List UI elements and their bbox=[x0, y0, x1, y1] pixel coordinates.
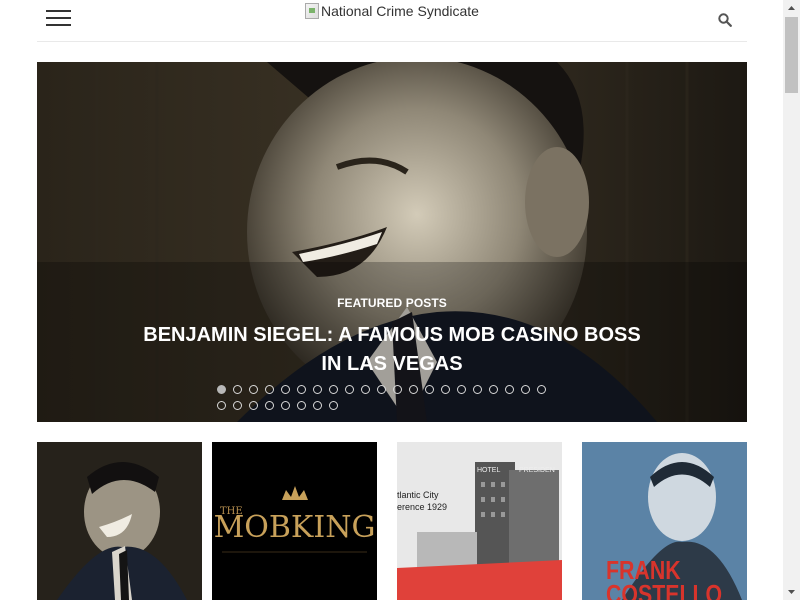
slider-dot[interactable] bbox=[489, 385, 498, 394]
slider-dot[interactable] bbox=[297, 401, 306, 410]
slider-dot[interactable] bbox=[393, 385, 402, 394]
logo-alt-text: National Crime Syndicate bbox=[321, 3, 479, 19]
hero-title[interactable]: BENJAMIN SIEGEL: A FAMOUS MOB CASINO BOS… bbox=[132, 321, 652, 379]
slider-dot[interactable] bbox=[265, 401, 274, 410]
slider-dot[interactable] bbox=[377, 385, 386, 394]
frank-costello-title: FRANK COSTELLO bbox=[606, 555, 723, 600]
broken-image-icon bbox=[305, 3, 319, 19]
slider-dot[interactable] bbox=[521, 385, 530, 394]
slider-pagination bbox=[217, 385, 567, 417]
vertical-scrollbar[interactable] bbox=[783, 0, 800, 600]
slider-dot[interactable] bbox=[361, 385, 370, 394]
slider-dot[interactable] bbox=[281, 385, 290, 394]
slider-dot[interactable] bbox=[233, 385, 242, 394]
slider-dot[interactable] bbox=[441, 385, 450, 394]
siegel-photo-icon bbox=[37, 442, 202, 600]
slider-dot[interactable] bbox=[313, 401, 322, 410]
slider-dot[interactable] bbox=[457, 385, 466, 394]
slider-dot[interactable] bbox=[329, 385, 338, 394]
hamburger-menu-icon[interactable] bbox=[46, 10, 71, 30]
mobking-title: THE MOBKING bbox=[213, 506, 376, 545]
slider-dot[interactable] bbox=[409, 385, 418, 394]
scrollbar-thumb[interactable] bbox=[785, 17, 798, 93]
svg-text:PRESIDEN: PRESIDEN bbox=[519, 467, 555, 474]
post-thumbnail[interactable] bbox=[37, 442, 202, 600]
slider-dot[interactable] bbox=[537, 385, 546, 394]
slider-dot[interactable] bbox=[217, 385, 226, 394]
slider-dot[interactable] bbox=[297, 385, 306, 394]
search-icon[interactable] bbox=[718, 13, 732, 27]
slider-dot[interactable] bbox=[217, 401, 226, 410]
hero-category[interactable]: FEATURED POSTS bbox=[37, 296, 747, 310]
slider-dot[interactable] bbox=[249, 385, 258, 394]
slider-dot[interactable] bbox=[281, 401, 290, 410]
post-thumbnail[interactable]: FRANK COSTELLO bbox=[582, 442, 747, 600]
post-thumbnail[interactable]: THE MOBKING bbox=[212, 442, 377, 600]
slider-dot[interactable] bbox=[233, 401, 242, 410]
svg-text:HOTEL: HOTEL bbox=[477, 467, 500, 474]
site-header: National Crime Syndicate bbox=[37, 0, 747, 42]
slider-dot[interactable] bbox=[425, 385, 434, 394]
slider-dot[interactable] bbox=[265, 385, 274, 394]
slider-dot[interactable] bbox=[473, 385, 482, 394]
thumbnail-caption: tlantic City erence 1929 bbox=[397, 490, 448, 512]
site-logo[interactable]: National Crime Syndicate bbox=[305, 2, 479, 20]
post-grid: THE MOBKING HOTEL PRESIDEN tlantic City … bbox=[37, 442, 747, 600]
slider-dot[interactable] bbox=[345, 385, 354, 394]
slider-dot[interactable] bbox=[505, 385, 514, 394]
hero-slider[interactable]: FEATURED POSTS BENJAMIN SIEGEL: A FAMOUS… bbox=[37, 62, 747, 422]
slider-dot[interactable] bbox=[329, 401, 338, 410]
hero-caption: FEATURED POSTS BENJAMIN SIEGEL: A FAMOUS… bbox=[37, 296, 747, 379]
slider-dot[interactable] bbox=[313, 385, 322, 394]
scroll-up-icon[interactable] bbox=[783, 0, 800, 17]
scroll-down-icon[interactable] bbox=[783, 583, 800, 600]
atlantic-city-photo-icon: HOTEL PRESIDEN bbox=[397, 442, 562, 600]
slider-dot[interactable] bbox=[249, 401, 258, 410]
post-thumbnail[interactable]: HOTEL PRESIDEN tlantic City erence 1929 bbox=[397, 442, 562, 600]
